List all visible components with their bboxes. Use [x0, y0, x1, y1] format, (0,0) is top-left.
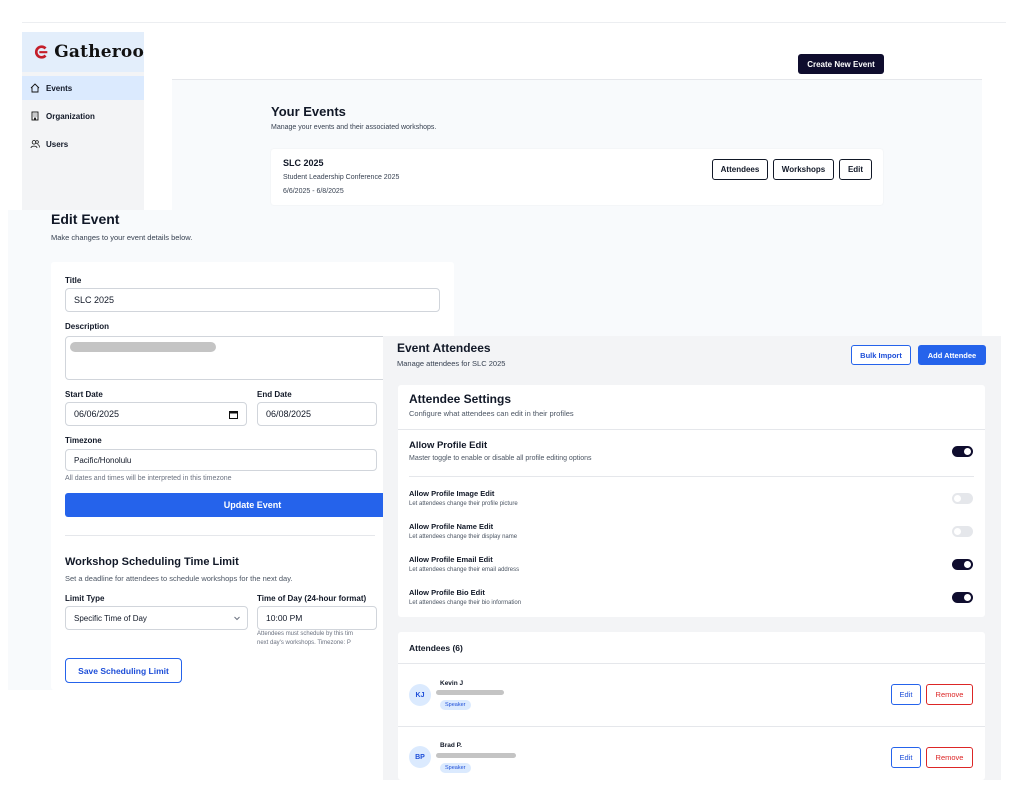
attendees-count-title: Attendees (6)	[409, 643, 463, 653]
profile-name-edit-title: Allow Profile Name Edit	[409, 522, 494, 531]
edit-event-button[interactable]: Edit	[839, 159, 872, 180]
logo[interactable]: Gatheroo	[22, 32, 144, 72]
save-scheduling-limit-button[interactable]: Save Scheduling Limit	[65, 658, 182, 683]
sidebar-item-label: Users	[46, 139, 69, 149]
time-of-day-input[interactable]: 10:00 PM	[257, 606, 377, 630]
sidebar-item-label: Events	[46, 83, 73, 93]
profile-email-edit-title: Allow Profile Email Edit	[409, 555, 493, 564]
workshops-button[interactable]: Workshops	[773, 159, 834, 180]
profile-image-edit-title: Allow Profile Image Edit	[409, 489, 495, 498]
sidebar-item-label: Organization	[46, 111, 95, 121]
edit-attendee-button[interactable]: Edit	[891, 684, 921, 705]
role-badge: Speaker	[440, 700, 471, 710]
chevron-down-icon	[234, 616, 240, 621]
form-divider	[65, 535, 375, 536]
app-name: Gatheroo	[54, 42, 144, 62]
profile-email-edit-toggle[interactable]	[952, 559, 973, 570]
bulk-import-button[interactable]: Bulk Import	[851, 345, 911, 365]
role-badge: Speaker	[440, 763, 471, 773]
allow-profile-edit-toggle[interactable]	[952, 446, 973, 457]
page-subtitle: Manage your events and their associated …	[271, 124, 437, 131]
workshop-limit-subtitle: Set a deadline for attendees to schedule…	[65, 574, 293, 583]
remove-attendee-button[interactable]: Remove	[926, 684, 973, 705]
timezone-select[interactable]: Pacific/Honolulu	[65, 449, 377, 471]
description-label: Description	[65, 322, 110, 331]
start-date-value: 06/06/2025	[74, 409, 120, 419]
attendee-name: Brad P.	[440, 742, 462, 749]
home-icon	[30, 83, 40, 93]
profile-name-edit-toggle[interactable]	[952, 526, 973, 537]
top-divider	[22, 22, 1006, 23]
edit-event-title: Edit Event	[51, 211, 120, 227]
users-icon	[30, 140, 40, 149]
end-date-label: End Date	[257, 390, 292, 399]
profile-email-edit-subtitle: Let attendees change their email address	[409, 567, 520, 573]
create-new-event-button[interactable]: Create New Event	[798, 54, 884, 74]
profile-bio-edit-subtitle: Let attendees change their bio informati…	[409, 600, 522, 606]
remove-attendee-button[interactable]: Remove	[926, 747, 973, 768]
avatar: KJ	[409, 684, 431, 706]
limit-type-select[interactable]: Specific Time of Day	[65, 606, 248, 630]
add-attendee-button[interactable]: Add Attendee	[918, 345, 986, 365]
attendee-name: Kevin J	[440, 680, 464, 687]
profile-bio-edit-title: Allow Profile Bio Edit	[409, 588, 485, 597]
attendees-button[interactable]: Attendees	[712, 159, 768, 180]
attendees-panel-subtitle: Manage attendees for SLC 2025	[397, 359, 506, 368]
edit-attendee-button[interactable]: Edit	[891, 747, 921, 768]
attendees-panel-title: Event Attendees	[397, 341, 491, 355]
profile-bio-edit-toggle[interactable]	[952, 592, 973, 603]
end-date-input[interactable]: 06/08/2025	[257, 402, 377, 426]
calendar-icon[interactable]	[229, 410, 238, 419]
blurred-email	[436, 690, 504, 695]
page-title: Your Events	[271, 104, 346, 119]
workshop-limit-title: Workshop Scheduling Time Limit	[65, 556, 239, 568]
time-hint-line2: next day's workshops. Timezone: P	[257, 640, 351, 646]
title-input[interactable]: SLC 2025	[65, 288, 440, 312]
event-name: SLC 2025	[283, 158, 324, 168]
start-date-input[interactable]: 06/06/2025	[65, 402, 247, 426]
master-toggle-title: Allow Profile Edit	[409, 440, 488, 451]
building-icon	[31, 111, 39, 121]
gatheroo-logo-icon	[34, 45, 48, 59]
timezone-label: Timezone	[65, 436, 102, 445]
limit-type-label: Limit Type	[65, 594, 105, 603]
blurred-email	[436, 753, 516, 758]
sidebar-item-events[interactable]: Events	[22, 76, 144, 100]
settings-divider	[398, 429, 985, 430]
profile-image-edit-toggle[interactable]	[952, 493, 973, 504]
attendees-divider	[398, 663, 985, 664]
title-label: Title	[65, 276, 82, 285]
limit-type-value: Specific Time of Day	[74, 613, 147, 623]
time-hint-line1: Attendees must schedule by this tim	[257, 631, 354, 637]
start-date-label: Start Date	[65, 390, 103, 399]
profile-name-edit-subtitle: Let attendees change their display name	[409, 534, 518, 540]
edit-event-subtitle: Make changes to your event details below…	[51, 233, 193, 242]
event-dates: 6/6/2025 - 6/8/2025	[283, 188, 344, 195]
avatar: BP	[409, 746, 431, 768]
attendee-row-divider	[398, 726, 985, 727]
settings-inner-divider	[409, 476, 974, 477]
blurred-text	[70, 342, 216, 352]
sidebar-item-organization[interactable]: Organization	[22, 104, 144, 128]
timezone-hint: All dates and times will be interpreted …	[65, 475, 232, 482]
attendee-settings-title: Attendee Settings	[409, 392, 512, 406]
attendee-settings-subtitle: Configure what attendees can edit in the…	[409, 409, 574, 418]
master-toggle-subtitle: Master toggle to enable or disable all p…	[409, 455, 592, 462]
profile-image-edit-subtitle: Let attendees change their profile pictu…	[409, 501, 518, 507]
time-of-day-label: Time of Day (24-hour format)	[257, 594, 367, 603]
sidebar-item-users[interactable]: Users	[22, 132, 144, 156]
event-full-name: Student Leadership Conference 2025	[283, 174, 400, 181]
